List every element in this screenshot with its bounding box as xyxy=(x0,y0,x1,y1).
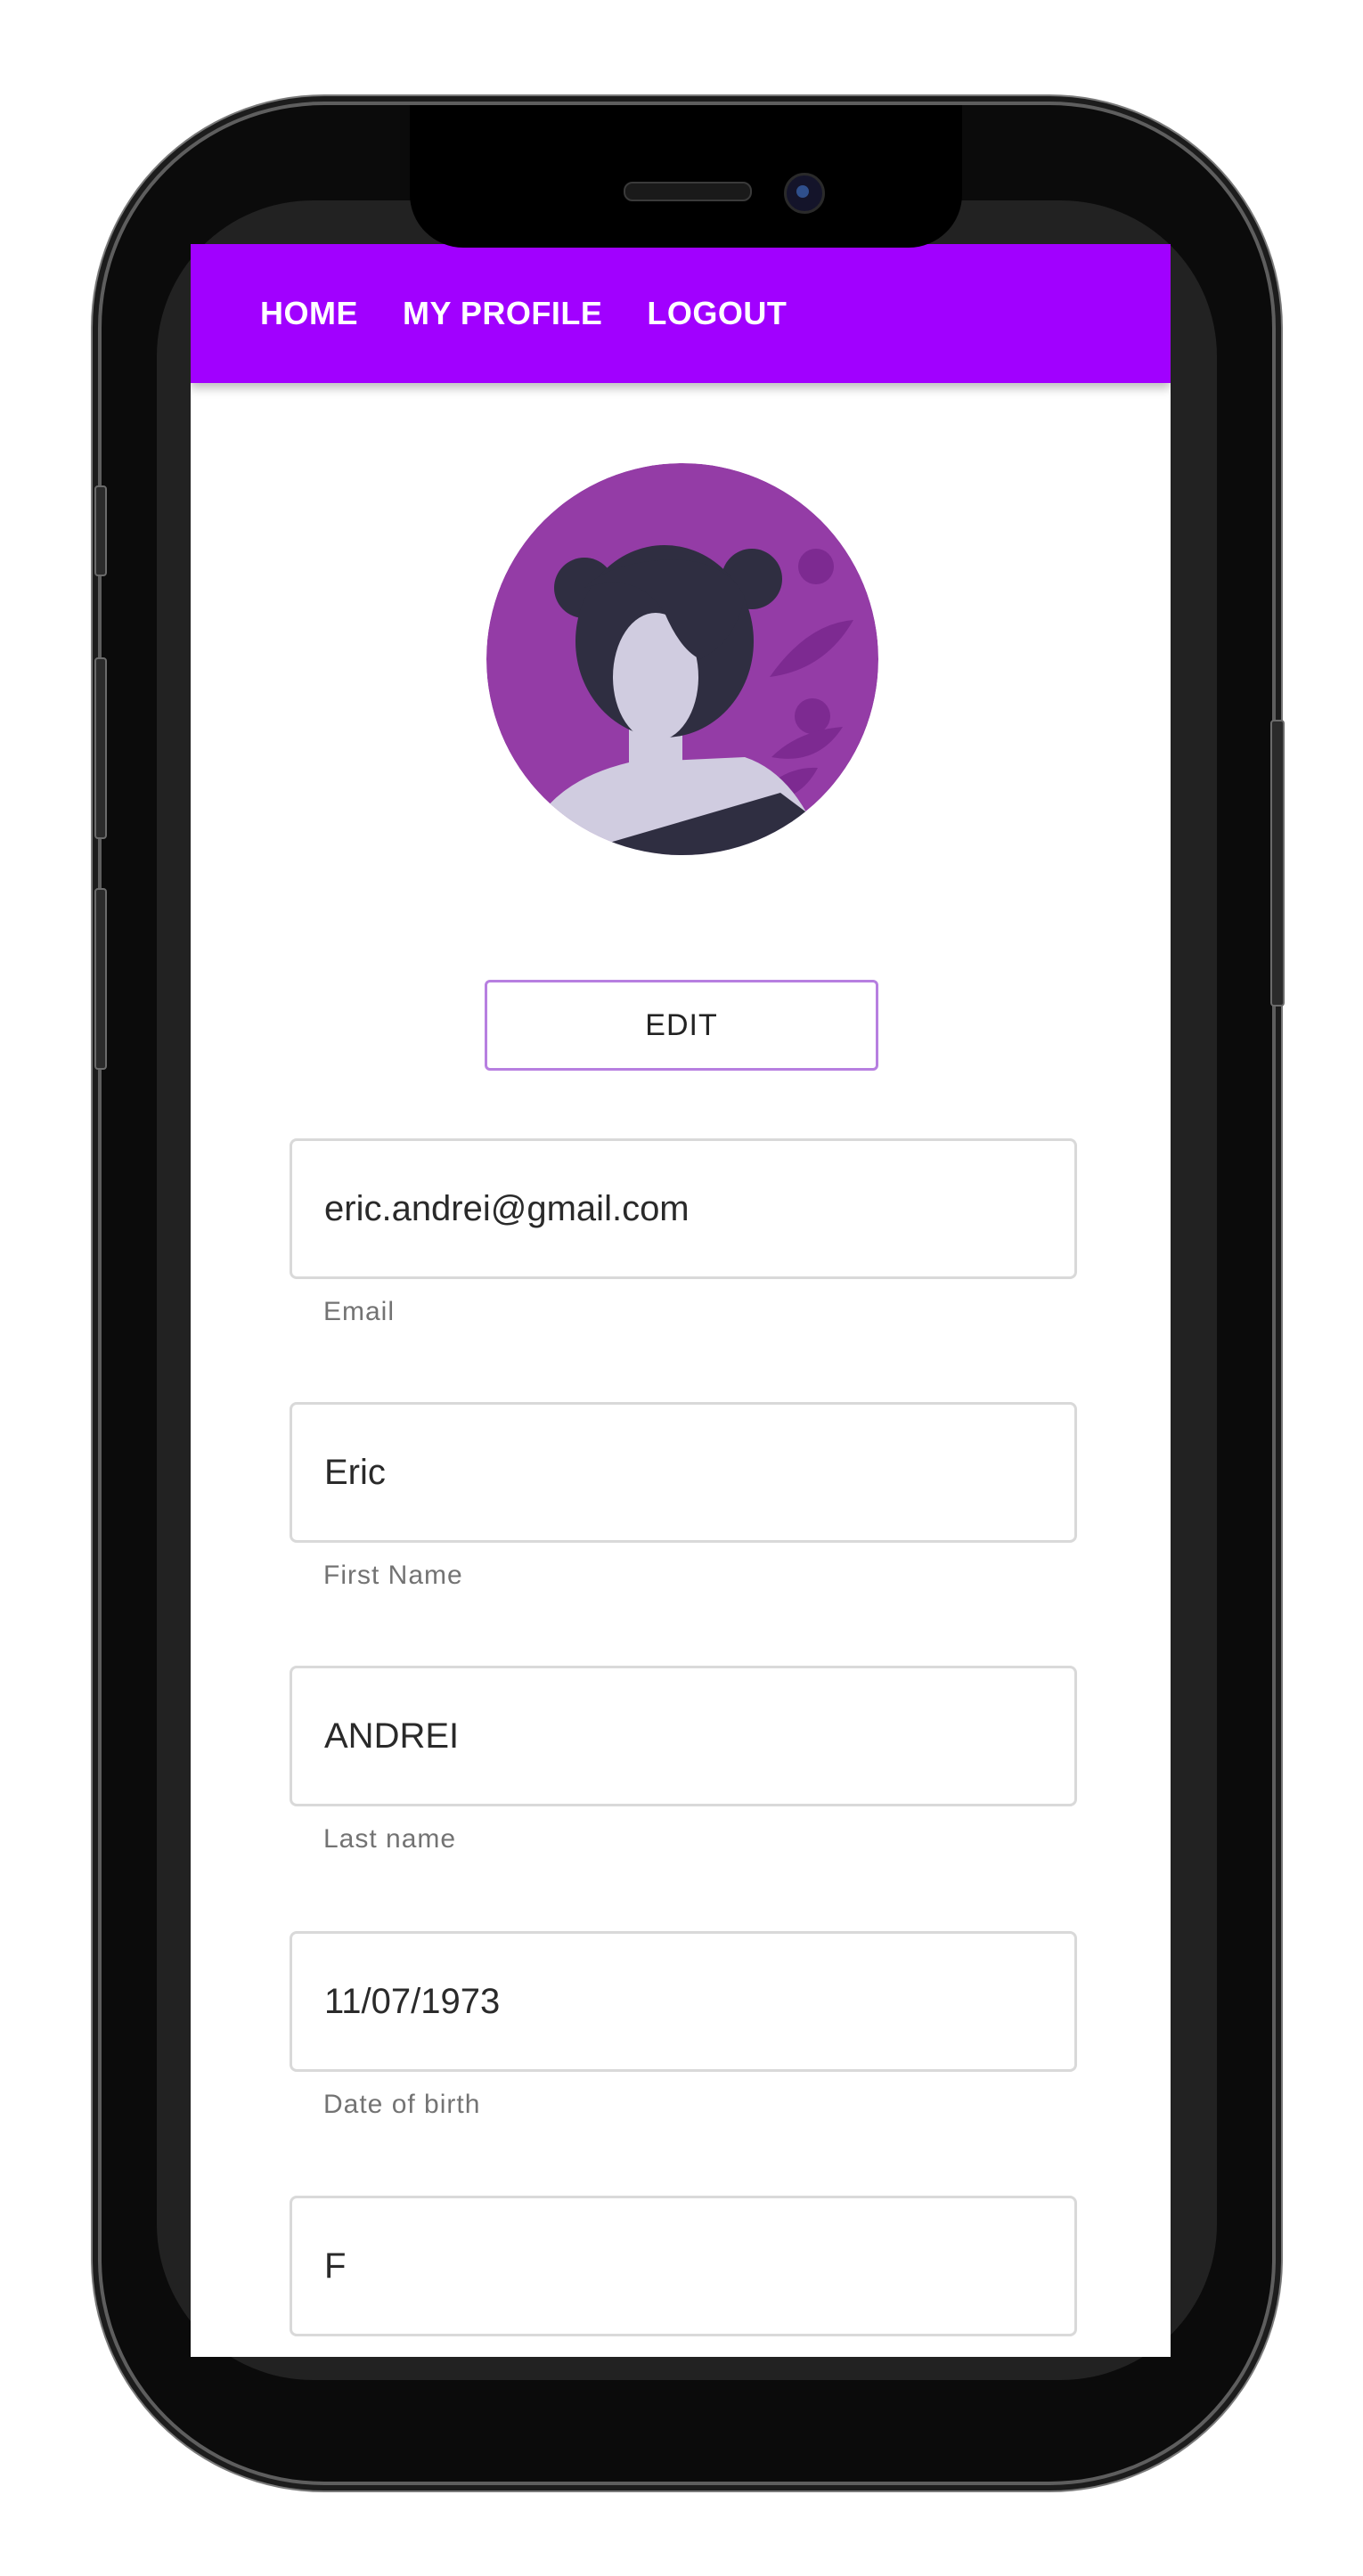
last-name-input[interactable]: ANDREI xyxy=(290,1666,1077,1806)
edit-profile-button[interactable]: EDIT xyxy=(485,980,878,1071)
nav-logout-link[interactable]: LOGOUT xyxy=(647,295,787,332)
gender-input[interactable]: F xyxy=(290,2196,1077,2336)
phone-power-button xyxy=(1270,720,1285,1007)
phone-notch xyxy=(410,105,962,248)
email-label: Email xyxy=(323,1297,396,1326)
phone-volume-up-button xyxy=(94,657,107,839)
last-name-field: ANDREI Last name xyxy=(290,1666,1077,1855)
first-name-input[interactable]: Eric xyxy=(290,1402,1077,1543)
profile-avatar xyxy=(486,463,878,855)
first-name-label: First Name xyxy=(323,1561,463,1590)
dob-input[interactable]: 11/07/1973 xyxy=(290,1931,1077,2072)
dob-label: Date of birth xyxy=(323,2090,481,2119)
phone-mute-switch xyxy=(94,485,107,576)
first-name-field: Eric First Name xyxy=(290,1402,1077,1591)
gender-field: F xyxy=(290,2196,1077,2354)
last-name-label: Last name xyxy=(323,1824,457,1854)
top-navbar: HOME MY PROFILE LOGOUT xyxy=(191,244,1171,383)
nav-my-profile-link[interactable]: MY PROFILE xyxy=(403,295,602,332)
email-field: eric.andrei@gmail.com Email xyxy=(290,1138,1077,1327)
front-camera-icon xyxy=(784,173,825,214)
dob-field: 11/07/1973 Date of birth xyxy=(290,1931,1077,2120)
email-input[interactable]: eric.andrei@gmail.com xyxy=(290,1138,1077,1279)
earpiece-speaker xyxy=(624,182,752,201)
avatar-illustration xyxy=(486,463,878,855)
nav-home-link[interactable]: HOME xyxy=(260,295,358,332)
phone-volume-down-button xyxy=(94,888,107,1070)
app-screen: HOME MY PROFILE LOGOUT EDIT eric.andrei@… xyxy=(191,244,1171,2357)
